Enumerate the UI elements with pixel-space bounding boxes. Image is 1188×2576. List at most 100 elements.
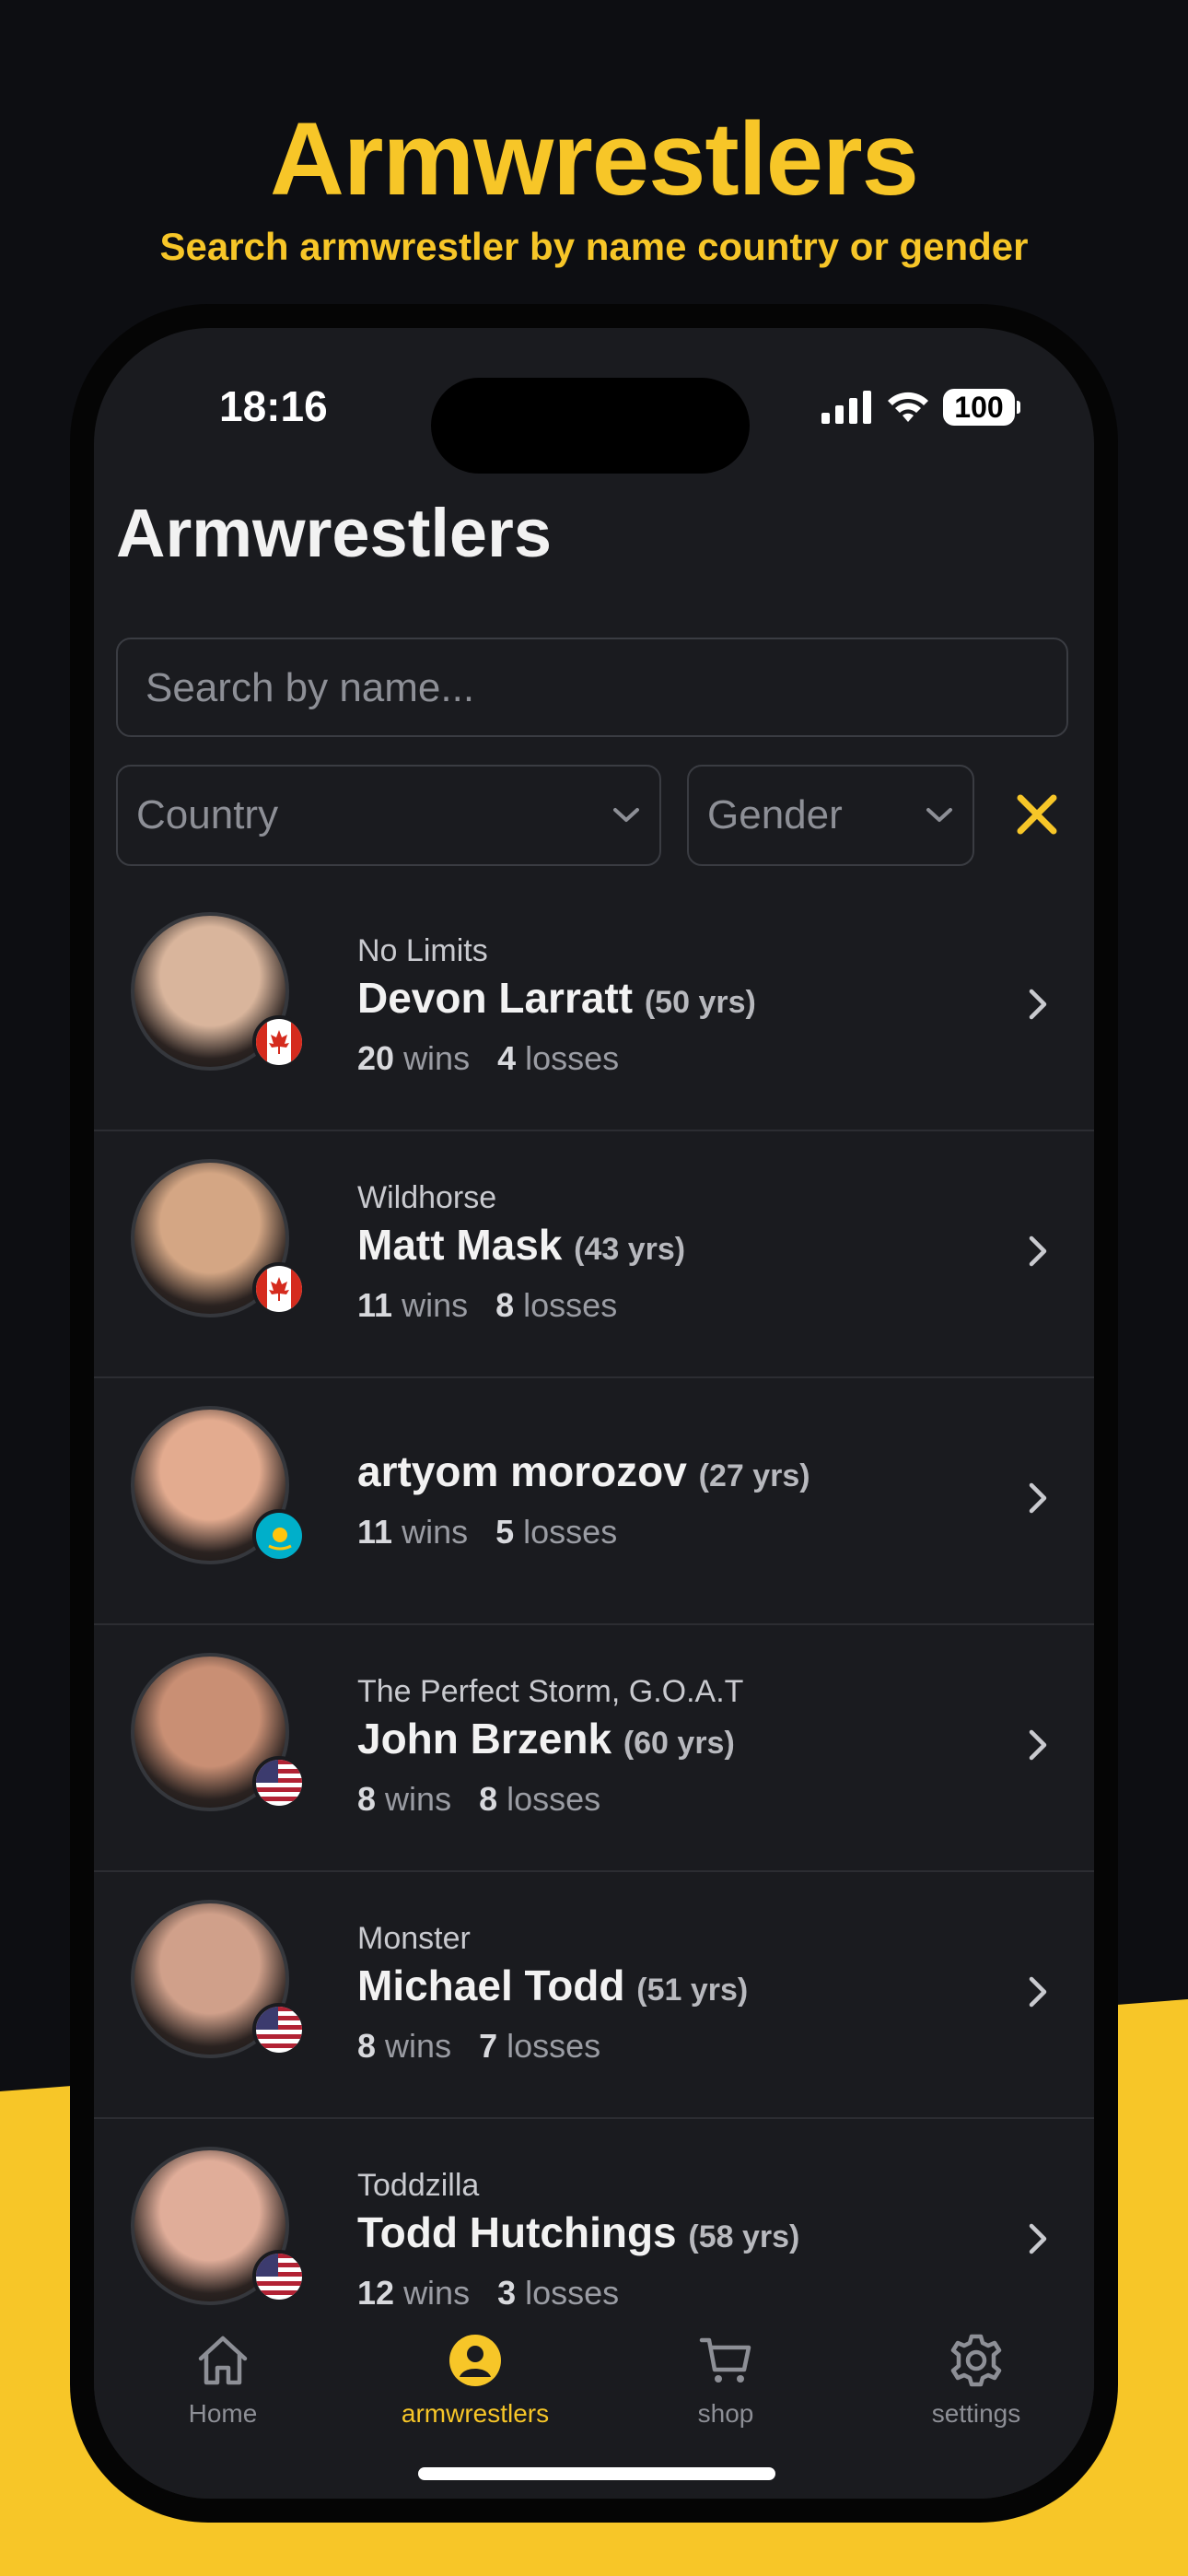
wrestler-nickname: Toddzilla: [357, 2167, 480, 2203]
kazakhstan-flag-icon: [252, 1509, 306, 1563]
chevron-right-icon: [1029, 2223, 1047, 2254]
signal-icon: [821, 391, 871, 424]
wrestler-name: Todd Hutchings: [357, 2207, 677, 2256]
wins-label: wins: [385, 2026, 452, 2065]
wrestler-row[interactable]: Wildhorse Matt Mask (43 yrs) 11 wins 8 lo…: [94, 1131, 1094, 1378]
wins-label: wins: [402, 1285, 469, 1324]
gender-select-label: Gender: [707, 792, 843, 837]
losses-count: 4: [497, 1038, 517, 1077]
wrestler-age: (27 yrs): [698, 1458, 810, 1493]
tab-armwrestlers-label: armwrestlers: [401, 2399, 550, 2428]
wrestler-nickname: Wildhorse: [357, 1179, 497, 1215]
status-time: 18:16: [219, 382, 328, 430]
promo-subtitle: Search armwrestler by name country or ge…: [159, 225, 1029, 268]
losses-count: 3: [497, 2273, 517, 2312]
phone-frame: 18:16 100 Armwrestlers Country: [70, 304, 1118, 2523]
wrestler-stats: 11 wins 5 losses: [357, 1513, 810, 1551]
tab-settings-label: settings: [931, 2399, 1021, 2428]
wrestler-name: John Brzenk: [357, 1714, 612, 1762]
wins-label: wins: [385, 1779, 452, 1818]
wrestler-age: (43 yrs): [574, 1231, 686, 1267]
usa-flag-icon: [252, 1756, 306, 1809]
wrestler-list: No Limits Devon Larratt (50 yrs) 20 wins…: [94, 884, 1094, 2366]
search-input[interactable]: [144, 639, 1031, 737]
wins-count: 8: [357, 1779, 377, 1818]
usa-flag-icon: [252, 2250, 306, 2303]
tab-home[interactable]: Home: [131, 2331, 315, 2429]
chevron-right-icon: [1029, 1235, 1047, 1267]
wrestler-name-line: Todd Hutchings (58 yrs): [357, 2207, 799, 2257]
wrestler-name-line: Michael Todd (51 yrs): [357, 1961, 748, 2010]
status-icons: 100: [821, 389, 1020, 426]
wrestler-row[interactable]: No Limits Devon Larratt (50 yrs) 20 wins…: [94, 884, 1094, 1131]
losses-count: 5: [495, 1513, 515, 1551]
clear-filters-icon[interactable]: [1002, 779, 1072, 849]
wrestler-age: (60 yrs): [623, 1725, 735, 1761]
wrestler-stats: 12 wins 3 losses: [357, 2274, 799, 2313]
canada-flag-icon: [252, 1262, 306, 1316]
wrestler-name: Michael Todd: [357, 1961, 625, 2009]
tab-settings[interactable]: settings: [884, 2331, 1068, 2429]
wrestler-name: artyom morozov: [357, 1447, 687, 1495]
wifi-icon: [888, 392, 928, 422]
wrestler-row[interactable]: artyom morozov (27 yrs) 11 wins 5 losses: [94, 1378, 1094, 1625]
wins-label: wins: [403, 1038, 471, 1077]
wins-label: wins: [403, 2273, 471, 2312]
wrestler-info: artyom morozov (27 yrs) 11 wins 5 losses: [357, 1378, 810, 1620]
tab-armwrestlers[interactable]: armwrestlers: [383, 2331, 567, 2429]
wrestler-info: No Limits Devon Larratt (50 yrs) 20 wins…: [357, 884, 756, 1126]
tab-shop-label: shop: [697, 2399, 754, 2428]
wrestler-name-line: Devon Larratt (50 yrs): [357, 973, 756, 1023]
wrestler-stats: 20 wins 4 losses: [357, 1039, 756, 1078]
wins-count: 11: [357, 1513, 393, 1551]
wrestler-name: Matt Mask: [357, 1220, 563, 1269]
dynamic-island: [431, 378, 750, 474]
wrestler-nickname: No Limits: [357, 932, 488, 968]
wins-count: 8: [357, 2026, 377, 2065]
chevron-down-icon: [926, 808, 952, 822]
gear-icon: [950, 2334, 1002, 2387]
chevron-down-icon: [613, 808, 639, 822]
user-icon: [449, 2335, 501, 2386]
canada-flag-icon: [252, 1015, 306, 1069]
losses-count: 8: [479, 1779, 498, 1818]
gender-select[interactable]: Gender: [687, 765, 974, 866]
wrestler-row[interactable]: Monster Michael Todd (51 yrs) 8 wins 7 lo…: [94, 1872, 1094, 2119]
wrestler-info: Wildhorse Matt Mask (43 yrs) 11 wins 8 lo…: [357, 1131, 685, 1373]
wrestler-stats: 11 wins 8 losses: [357, 1286, 685, 1325]
wrestler-name-line: Matt Mask (43 yrs): [357, 1220, 685, 1270]
battery-indicator: 100: [943, 389, 1020, 426]
losses-label: losses: [525, 2273, 620, 2312]
wrestler-info: Monster Michael Todd (51 yrs) 8 wins 7 lo…: [357, 1872, 748, 2113]
tab-shop[interactable]: shop: [634, 2331, 818, 2429]
wrestler-stats: 8 wins 8 losses: [357, 1780, 743, 1819]
country-select-label: Country: [136, 792, 279, 837]
wrestler-age: (51 yrs): [636, 1972, 749, 2008]
chevron-right-icon: [1029, 1729, 1047, 1761]
wrestler-name: Devon Larratt: [357, 973, 634, 1022]
losses-count: 8: [495, 1285, 515, 1324]
home-indicator: [418, 2467, 775, 2480]
losses-label: losses: [525, 1038, 620, 1077]
app-screen: 18:16 100 Armwrestlers Country: [94, 328, 1094, 2499]
wrestler-nickname: The Perfect Storm, G.O.A.T: [357, 1673, 744, 1709]
wrestler-stats: 8 wins 7 losses: [357, 2027, 748, 2066]
country-select[interactable]: Country: [116, 765, 661, 866]
search-box[interactable]: [116, 638, 1068, 737]
wrestler-info: The Perfect Storm, G.O.A.T John Brzenk (…: [357, 1625, 743, 1867]
losses-label: losses: [507, 2026, 601, 2065]
wrestler-age: (58 yrs): [688, 2219, 800, 2254]
wins-label: wins: [402, 1513, 469, 1551]
wrestler-name-line: artyom morozov (27 yrs): [357, 1446, 810, 1496]
wrestler-name-line: John Brzenk (60 yrs): [357, 1714, 743, 1763]
wrestler-age: (50 yrs): [644, 984, 756, 1020]
losses-count: 7: [479, 2026, 498, 2065]
chevron-right-icon: [1029, 1976, 1047, 2008]
wins-count: 12: [357, 2273, 395, 2312]
promo-title: Armwrestlers: [270, 101, 919, 217]
cart-icon: [699, 2337, 751, 2383]
losses-label: losses: [523, 1285, 618, 1324]
wrestler-row[interactable]: The Perfect Storm, G.O.A.T John Brzenk (…: [94, 1625, 1094, 1872]
losses-label: losses: [523, 1513, 618, 1551]
chevron-right-icon: [1029, 989, 1047, 1020]
